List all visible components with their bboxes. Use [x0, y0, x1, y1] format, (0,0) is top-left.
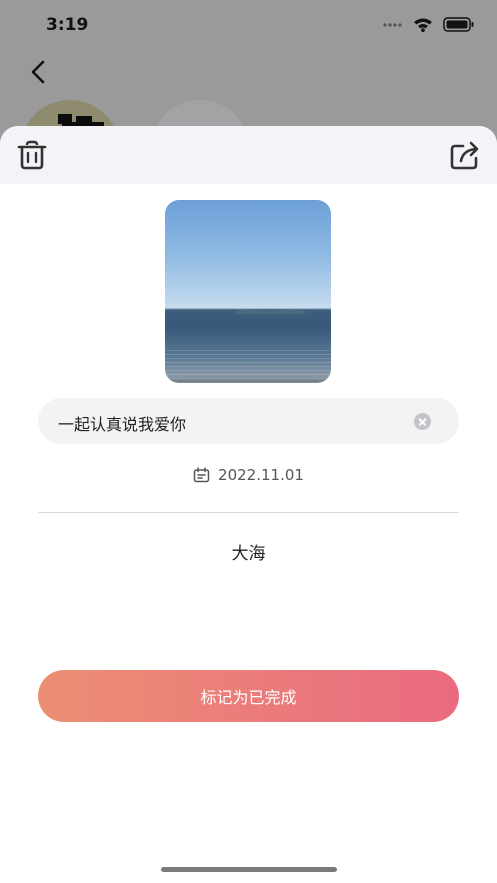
- title-text[interactable]: 一起认真说我爱你: [58, 411, 186, 435]
- mark-complete-label: 标记为已完成: [200, 688, 297, 707]
- home-indicator: [161, 867, 337, 872]
- share-icon[interactable]: [449, 140, 481, 170]
- clear-icon[interactable]: [414, 413, 431, 430]
- detail-sheet: 一起认真说我爱你 2022.11.01 大海 标记为已完成: [0, 126, 497, 883]
- status-icons: [383, 17, 475, 32]
- signal-icon: [383, 22, 402, 27]
- note-text[interactable]: 大海: [0, 539, 497, 564]
- date-text: 2022.11.01: [218, 466, 304, 484]
- sea-photo[interactable]: [165, 200, 331, 383]
- title-input[interactable]: 一起认真说我爱你: [38, 398, 459, 444]
- back-icon[interactable]: [26, 58, 52, 86]
- status-time: 3:19: [46, 15, 89, 35]
- trash-icon[interactable]: [16, 140, 48, 170]
- photo-island: [235, 309, 305, 314]
- battery-icon: [443, 17, 474, 32]
- date-row[interactable]: 2022.11.01: [0, 466, 497, 484]
- status-bar: 3:19: [0, 0, 497, 50]
- calendar-icon: [193, 467, 210, 483]
- photo-waves: [165, 350, 331, 383]
- wifi-icon: [414, 18, 432, 32]
- mark-complete-button[interactable]: 标记为已完成: [38, 670, 459, 722]
- sheet-header: [0, 126, 497, 184]
- divider: [38, 512, 459, 513]
